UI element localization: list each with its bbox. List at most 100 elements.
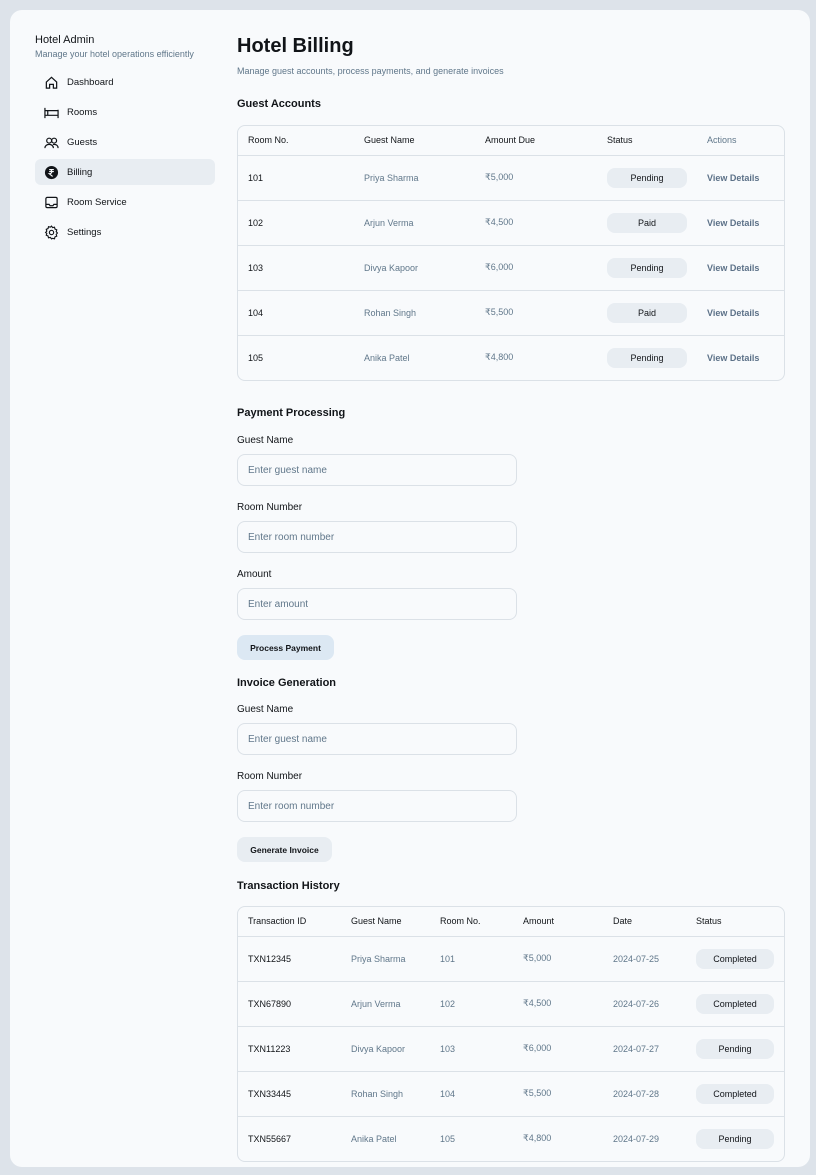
guest-name-cell: Arjun Verma — [341, 980, 430, 1026]
table-header-row: Transaction ID Guest Name Room No. Amoun… — [238, 907, 784, 936]
column-header: Status — [696, 916, 722, 927]
process-payment-button[interactable]: Process Payment — [237, 635, 334, 660]
transaction-id-cell: TXN11223 — [238, 1025, 341, 1071]
status-badge: Completed — [696, 948, 774, 969]
sidebar-item-guests[interactable]: Guests — [35, 129, 215, 155]
room-number-cell: 105 — [430, 1115, 513, 1161]
sidebar-item-label: Room Service — [67, 196, 127, 208]
table-row: TXN12345 Priya Sharma 101 ₹5,000 2024-07… — [238, 935, 784, 981]
sidebar-item-label: Rooms — [67, 106, 98, 118]
status-cell: Pending — [597, 334, 697, 380]
status-badge: Pending — [696, 1128, 774, 1149]
room-number-cell: 101 — [238, 154, 354, 200]
amount-cell: ₹4,500 — [513, 980, 603, 1026]
actions-cell: View Details — [697, 334, 784, 380]
table-row: 102 Arjun Verma ₹4,500 Paid View Details — [238, 199, 784, 245]
transaction-id-cell: TXN67890 — [238, 980, 341, 1026]
app-window: Hotel Admin Manage your hotel operations… — [10, 10, 810, 1167]
payment-guest-name-input[interactable] — [237, 454, 517, 486]
room-number-cell: 103 — [430, 1025, 513, 1071]
column-header: Amount Due — [485, 135, 536, 146]
sidebar-subtitle: Manage your hotel operations efficiently — [35, 49, 194, 59]
payment-guest-name-label: Guest Name — [237, 435, 294, 446]
payment-amount-input[interactable] — [237, 588, 517, 620]
column-header: Transaction ID — [248, 916, 307, 927]
amount-cell: ₹5,000 — [513, 935, 603, 981]
status-cell: Completed — [686, 935, 784, 981]
sidebar-item-label: Dashboard — [67, 76, 114, 88]
status-cell: Completed — [686, 980, 784, 1026]
actions-cell: View Details — [697, 199, 784, 245]
column-header: Amount — [523, 916, 555, 927]
view-details-link[interactable]: View Details — [707, 353, 759, 363]
payment-room-number-input[interactable] — [237, 521, 517, 553]
guest-accounts-table: Room No. Guest Name Amount Due Status Ac… — [237, 125, 785, 381]
status-badge: Pending — [607, 257, 687, 278]
transaction-history-table: Transaction ID Guest Name Room No. Amoun… — [237, 906, 785, 1162]
sidebar-item-label: Settings — [67, 226, 102, 238]
guest-name-cell: Anika Patel — [354, 334, 475, 380]
view-details-link[interactable]: View Details — [707, 308, 759, 318]
amount-cell: ₹5,000 — [475, 154, 597, 200]
invoice-guest-name-label: Guest Name — [237, 704, 294, 715]
date-cell: 2024-07-29 — [603, 1115, 686, 1161]
date-cell: 2024-07-27 — [603, 1025, 686, 1071]
amount-cell: ₹4,500 — [475, 199, 597, 245]
room-number-cell: 105 — [238, 334, 354, 380]
date-cell: 2024-07-26 — [603, 980, 686, 1026]
table-row: TXN67890 Arjun Verma 102 ₹4,500 2024-07-… — [238, 980, 784, 1026]
generate-invoice-button[interactable]: Generate Invoice — [237, 837, 332, 862]
sidebar-nav: Dashboard Rooms Guests Billing Room Serv… — [35, 69, 215, 245]
column-header: Room No. — [248, 135, 289, 146]
sidebar-item-rooms[interactable]: Rooms — [35, 99, 215, 125]
table-row: 103 Divya Kapoor ₹6,000 Pending View Det… — [238, 244, 784, 290]
transaction-id-cell: TXN12345 — [238, 935, 341, 981]
room-number-cell: 104 — [430, 1070, 513, 1116]
sidebar-item-label: Billing — [67, 166, 93, 178]
sidebar-title: Hotel Admin — [35, 34, 95, 46]
table-row: TXN33445 Rohan Singh 104 ₹5,500 2024-07-… — [238, 1070, 784, 1116]
amount-cell: ₹4,800 — [475, 334, 597, 380]
view-details-link[interactable]: View Details — [707, 218, 759, 228]
status-cell: Pending — [686, 1025, 784, 1071]
status-cell: Pending — [597, 244, 697, 290]
guest-name-cell: Divya Kapoor — [354, 244, 475, 290]
tray-icon — [43, 194, 59, 210]
sidebar-item-billing[interactable]: Billing — [35, 159, 215, 185]
actions-cell: View Details — [697, 244, 784, 290]
house-icon — [43, 74, 59, 90]
guest-name-cell: Arjun Verma — [354, 199, 475, 245]
status-cell: Pending — [686, 1115, 784, 1161]
status-cell: Pending — [597, 154, 697, 200]
bed-icon — [43, 104, 59, 120]
amount-cell: ₹4,800 — [513, 1115, 603, 1161]
room-number-cell: 102 — [430, 980, 513, 1026]
sidebar-item-dashboard[interactable]: Dashboard — [35, 69, 215, 95]
invoice-room-number-input[interactable] — [237, 790, 517, 822]
sidebar-item-settings[interactable]: Settings — [35, 219, 215, 245]
status-cell: Completed — [686, 1070, 784, 1116]
invoice-room-number-label: Room Number — [237, 771, 303, 782]
table-row: TXN55667 Anika Patel 105 ₹4,800 2024-07-… — [238, 1115, 784, 1161]
payment-room-number-label: Room Number — [237, 502, 303, 513]
page-subtitle: Manage guest accounts, process payments,… — [237, 66, 504, 76]
invoice-guest-name-input[interactable] — [237, 723, 517, 755]
guest-name-cell: Rohan Singh — [354, 289, 475, 335]
sidebar-item-room-service[interactable]: Room Service — [35, 189, 215, 215]
guest-name-cell: Priya Sharma — [341, 935, 430, 981]
column-header: Status — [607, 135, 633, 146]
table-row: 105 Anika Patel ₹4,800 Pending View Deta… — [238, 334, 784, 380]
amount-cell: ₹6,000 — [475, 244, 597, 290]
actions-cell: View Details — [697, 154, 784, 200]
view-details-link[interactable]: View Details — [707, 173, 759, 183]
room-number-cell: 101 — [430, 935, 513, 981]
table-row: TXN11223 Divya Kapoor 103 ₹6,000 2024-07… — [238, 1025, 784, 1071]
rupee-icon — [43, 164, 59, 180]
transaction-id-cell: TXN33445 — [238, 1070, 341, 1116]
guest-name-cell: Divya Kapoor — [341, 1025, 430, 1071]
invoice-generation-title: Invoice Generation — [237, 677, 337, 689]
table-row: 104 Rohan Singh ₹5,500 Paid View Details — [238, 289, 784, 335]
status-badge: Pending — [607, 347, 687, 368]
status-badge: Pending — [607, 167, 687, 188]
view-details-link[interactable]: View Details — [707, 263, 759, 273]
